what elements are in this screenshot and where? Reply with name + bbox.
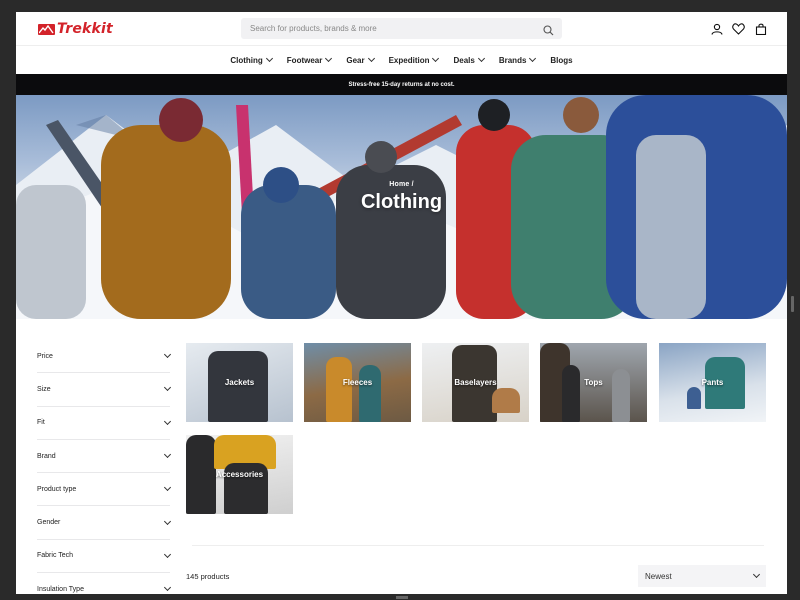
nav-item-expedition[interactable]: Expedition <box>388 54 440 65</box>
heart-icon[interactable] <box>732 22 745 35</box>
nav-label: Gear <box>346 55 365 65</box>
main-nav: Clothing Footwear Gear Expedition Deals … <box>16 45 787 74</box>
search-icon[interactable] <box>543 23 554 36</box>
category-label: Pants <box>701 378 724 387</box>
category-label: Jackets <box>224 378 255 387</box>
chevron-down-icon <box>432 54 440 63</box>
chevron-down-icon <box>163 384 172 392</box>
chevron-down-icon <box>163 517 172 525</box>
horizontal-scrollbar-thumb[interactable] <box>396 596 408 599</box>
chevron-down-icon <box>529 54 537 63</box>
chevron-down-icon <box>163 450 172 459</box>
filter-label: Insulation Type <box>37 585 84 593</box>
hero-heading-group: Home / Clothing <box>16 181 787 214</box>
nav-label: Footwear <box>286 55 323 65</box>
site-header: Trekkit <box>16 12 787 45</box>
mountain-logo-icon <box>38 23 55 35</box>
nav-item-brands[interactable]: Brands <box>498 54 537 65</box>
filter-product-type[interactable]: Product type <box>37 473 172 507</box>
sort-select[interactable]: Newest <box>638 565 766 587</box>
chevron-down-icon <box>163 351 172 359</box>
filter-sidebar: Price Size Fit Brand Product type Gender… <box>37 340 172 594</box>
nav-label: Expedition <box>388 55 430 65</box>
category-label: Baselayers <box>454 378 497 387</box>
nav-label: Clothing <box>230 55 263 65</box>
section-divider <box>192 545 764 546</box>
filter-price[interactable]: Price <box>37 340 172 374</box>
filter-label: Fabric Tech <box>37 552 74 560</box>
tile-photo <box>492 388 520 413</box>
tile-photo <box>612 369 630 422</box>
chevron-down-icon <box>163 417 172 425</box>
chevron-down-icon <box>265 54 273 63</box>
filter-label: Gender <box>37 519 61 527</box>
bag-icon[interactable] <box>754 22 767 35</box>
category-tile-tops[interactable]: Tops <box>540 343 647 422</box>
tile-photo <box>687 387 701 409</box>
filter-label: Brand <box>37 452 56 460</box>
chevron-down-icon <box>163 584 172 592</box>
filter-label: Product type <box>37 485 77 493</box>
category-tile-baselayers[interactable]: Baselayers <box>422 343 529 422</box>
nav-item-footwear[interactable]: Footwear <box>286 54 333 65</box>
category-label: Accessories <box>215 470 264 479</box>
search-input[interactable] <box>241 18 531 39</box>
filter-fabric-tech[interactable]: Fabric Tech <box>37 540 172 574</box>
sort-selected-value: Newest <box>645 571 672 581</box>
nav-item-clothing[interactable]: Clothing <box>230 54 273 65</box>
category-label: Fleeces <box>342 378 373 387</box>
filter-brand[interactable]: Brand <box>37 440 172 474</box>
nav-item-blogs[interactable]: Blogs <box>550 56 572 65</box>
search-bar <box>241 18 562 39</box>
tile-photo <box>359 365 381 422</box>
category-tile-pants[interactable]: Pants <box>659 343 766 422</box>
chevron-down-icon <box>325 54 333 63</box>
chevron-down-icon <box>367 54 375 63</box>
chevron-down-icon <box>163 550 172 558</box>
nav-item-deals[interactable]: Deals <box>453 54 485 65</box>
breadcrumb[interactable]: Home / <box>16 181 787 188</box>
tile-photo <box>326 357 352 422</box>
user-icon[interactable] <box>710 22 723 35</box>
browser-viewport: Trekkit Clothing Footwear Gear Expeditio… <box>16 12 787 594</box>
nav-label: Blogs <box>550 55 573 65</box>
product-count: 145 products <box>186 572 230 581</box>
filter-label: Size <box>37 385 51 393</box>
nav-item-gear[interactable]: Gear <box>346 54 375 65</box>
chevron-down-icon <box>163 484 172 492</box>
brand-logo[interactable]: Trekkit <box>38 21 113 37</box>
category-tile-fleeces[interactable]: Fleeces <box>304 343 411 422</box>
filter-size[interactable]: Size <box>37 373 172 407</box>
chevron-down-icon <box>752 570 761 579</box>
filter-insulation-type[interactable]: Insulation Type <box>37 573 172 594</box>
category-tile-jackets[interactable]: Jackets <box>186 343 293 422</box>
filter-gender[interactable]: Gender <box>37 506 172 540</box>
nav-label: Brands <box>498 55 527 65</box>
brand-name: Trekkit <box>57 21 113 37</box>
vertical-scrollbar-thumb[interactable] <box>791 296 794 312</box>
category-label: Tops <box>584 378 603 387</box>
tile-photo <box>562 365 580 422</box>
filter-label: Price <box>37 352 53 360</box>
chevron-down-icon <box>477 54 485 63</box>
hero-banner: Home / Clothing <box>16 95 787 319</box>
filter-fit[interactable]: Fit <box>37 407 172 440</box>
promo-banner: Stress-free 15-day returns at no cost. <box>16 74 787 95</box>
category-tile-accessories[interactable]: Accessories <box>186 435 293 514</box>
nav-label: Deals <box>453 55 475 65</box>
page-title: Clothing <box>360 191 443 213</box>
filter-label: Fit <box>37 419 45 427</box>
promo-text: Stress-free 15-day returns at no cost. <box>348 81 455 88</box>
header-actions <box>710 22 767 35</box>
